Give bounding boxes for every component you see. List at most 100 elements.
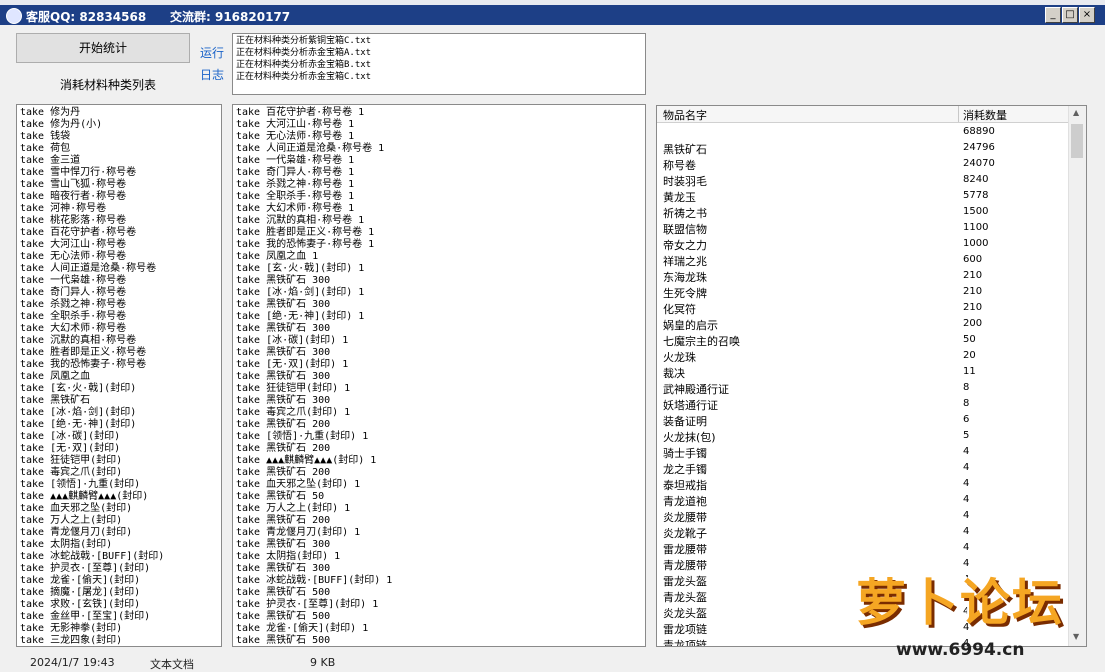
table-row[interactable]: 祈祷之书 1500	[657, 204, 1069, 220]
scroll-thumb[interactable]	[1071, 124, 1083, 158]
list-item[interactable]: take 无心法师·称号卷 1	[236, 131, 642, 143]
table-row[interactable]: 联盟信物 1100	[657, 220, 1069, 236]
list-item[interactable]: take 护灵衣·[至尊](封印)	[20, 563, 218, 575]
list-item[interactable]: take 钱袋	[20, 131, 218, 143]
list-item[interactable]: take 奇门异人·称号卷 1	[236, 167, 642, 179]
list-item[interactable]: take [玄·火·戟](封印)	[20, 383, 218, 395]
list-item[interactable]: take 大幻术师·称号卷 1	[236, 203, 642, 215]
list-item[interactable]: take 黑铁矿石 200	[236, 419, 642, 431]
list-item[interactable]: take 修为丹(小)	[20, 119, 218, 131]
table-row[interactable]: 火龙珠 20	[657, 348, 1069, 364]
list-item[interactable]: take 求败·[玄铁](封印)	[20, 599, 218, 611]
list-item[interactable]: take 黑铁矿石 200	[236, 515, 642, 527]
list-item[interactable]: take 黑铁矿石 300	[236, 275, 642, 287]
table-row[interactable]: 祥瑞之兆 600	[657, 252, 1069, 268]
table-row[interactable]: 生死令牌 210	[657, 284, 1069, 300]
list-item[interactable]: take 黑铁矿石 300	[236, 371, 642, 383]
list-item[interactable]: take 龙雀·[偷天](封印)	[20, 575, 218, 587]
list-item[interactable]: take 全职杀手·称号卷	[20, 311, 218, 323]
list-item[interactable]: take 雪山飞狐·称号卷	[20, 179, 218, 191]
list-item[interactable]: take 暗夜行者·称号卷	[20, 191, 218, 203]
list-item[interactable]: take 全职杀手·称号卷 1	[236, 191, 642, 203]
table-row[interactable]: 娲皇的启示 200	[657, 316, 1069, 332]
table-row[interactable]: 龙之手镯 4	[657, 460, 1069, 476]
list-item[interactable]: take 人间正道是沧桑·称号卷 1	[236, 143, 642, 155]
list-item[interactable]: take [玄·火·戟](封印) 1	[236, 263, 642, 275]
table-row[interactable]: 装备证明 6	[657, 412, 1069, 428]
list-item[interactable]: take 大河江山·称号卷	[20, 239, 218, 251]
table-row[interactable]: 称号卷 24070	[657, 156, 1069, 172]
material-type-list[interactable]: take 修为丹 take 修为丹(小) take 钱袋 take 荷包 take 金三…	[16, 104, 222, 647]
list-item[interactable]: take [冰·焰·剑](封印) 1	[236, 287, 642, 299]
list-item[interactable]: take [冰·碳](封印) 1	[236, 335, 642, 347]
scroll-up-icon[interactable]: ▲	[1073, 108, 1079, 117]
list-item[interactable]: take 黑铁矿石 300	[236, 323, 642, 335]
table-row[interactable]: 泰坦戒指 4	[657, 476, 1069, 492]
table-row[interactable]: 雷龙腰带 4	[657, 540, 1069, 556]
list-item[interactable]: take 黑铁矿石 500	[236, 611, 642, 623]
list-item[interactable]: take [冰·焰·剑](封印)	[20, 407, 218, 419]
list-item[interactable]: take 黑铁矿石	[20, 395, 218, 407]
list-item[interactable]: take 龙雀·[偷天](封印) 1	[236, 623, 642, 635]
list-item[interactable]: take 一代枭雄·称号卷 1	[236, 155, 642, 167]
list-item[interactable]: take 三龙四象(封印)	[20, 635, 218, 646]
list-item[interactable]: take 黑铁矿石 500	[236, 587, 642, 599]
table-row[interactable]: 黄龙玉 5778	[657, 188, 1069, 204]
start-stats-button[interactable]: 开始统计	[16, 33, 190, 63]
list-item[interactable]: take 黑铁矿石 200	[236, 443, 642, 455]
list-item[interactable]: take 冰蛇战戟·[BUFF](封印) 1	[236, 575, 642, 587]
list-item[interactable]: take 血天邪之坠(封印)	[20, 503, 218, 515]
list-item[interactable]: take 万人之上(封印) 1	[236, 503, 642, 515]
list-item[interactable]: take 黑铁矿石 300	[236, 395, 642, 407]
list-item[interactable]: take 金三道	[20, 155, 218, 167]
list-item[interactable]: take [无·双](封印) 1	[236, 359, 642, 371]
list-item[interactable]: take 雪中悍刀行·称号卷	[20, 167, 218, 179]
table-row[interactable]: 68890	[657, 124, 1069, 140]
list-item[interactable]: take 黑铁矿石 500	[236, 635, 642, 646]
column-header-name[interactable]: 物品名字	[663, 107, 707, 123]
list-item[interactable]: take 血天邪之坠(封印) 1	[236, 479, 642, 491]
table-row[interactable]: 青龙道袍 4	[657, 492, 1069, 508]
list-item[interactable]: take 狂徒铠甲(封印) 1	[236, 383, 642, 395]
table-row[interactable]: 妖塔通行证 8	[657, 396, 1069, 412]
table-row[interactable]: 炎龙靴子 4	[657, 524, 1069, 540]
list-item[interactable]: take 大幻术师·称号卷	[20, 323, 218, 335]
list-item[interactable]: take ▲▲▲麒麟臂▲▲▲(封印)	[20, 491, 218, 503]
list-item[interactable]: take [绝·无·神](封印)	[20, 419, 218, 431]
list-item[interactable]: take 胜者即是正义·称号卷 1	[236, 227, 642, 239]
list-item[interactable]: take 河神·称号卷	[20, 203, 218, 215]
list-item[interactable]: take [领悟]·九重(封印) 1	[236, 431, 642, 443]
list-item[interactable]: take [绝·无·神](封印) 1	[236, 311, 642, 323]
table-row[interactable]: 武神殿通行证 8	[657, 380, 1069, 396]
list-item[interactable]: take 狂徒铠甲(封印)	[20, 455, 218, 467]
list-item[interactable]: take 桃花影落·称号卷	[20, 215, 218, 227]
list-item[interactable]: take 太阴指(封印)	[20, 539, 218, 551]
list-item[interactable]: take 我的恐怖妻子·称号卷 1	[236, 239, 642, 251]
list-item[interactable]: take 黑铁矿石 300	[236, 539, 642, 551]
table-row[interactable]: 炎龙腰带 4	[657, 508, 1069, 524]
list-item[interactable]: take 毒宾之爪(封印) 1	[236, 407, 642, 419]
table-row[interactable]: 七魔宗主的召唤 50	[657, 332, 1069, 348]
table-scrollbar[interactable]: ▲ ▼	[1068, 106, 1086, 646]
list-item[interactable]: take 太阴指(封印) 1	[236, 551, 642, 563]
list-item[interactable]: take 黑铁矿石 300	[236, 347, 642, 359]
list-item[interactable]: take 护灵衣·[至尊](封印) 1	[236, 599, 642, 611]
take-detail-list[interactable]: take 百花守护者·称号卷 1 take 大河江山·称号卷 1 take 无心法师…	[232, 104, 646, 647]
list-item[interactable]: take 金丝甲·[至宝](封印)	[20, 611, 218, 623]
list-item[interactable]: take 胜者即是正义·称号卷	[20, 347, 218, 359]
list-item[interactable]: take 杀戮之神·称号卷 1	[236, 179, 642, 191]
list-item[interactable]: take 黑铁矿石 50	[236, 491, 642, 503]
list-item[interactable]: take 万人之上(封印)	[20, 515, 218, 527]
list-item[interactable]: take 黑铁矿石 300	[236, 299, 642, 311]
list-item[interactable]: take 奇门异人·称号卷	[20, 287, 218, 299]
list-item[interactable]: take 毒宾之爪(封印)	[20, 467, 218, 479]
table-row[interactable]: 骑士手镯 4	[657, 444, 1069, 460]
list-item[interactable]: take 凤凰之血 1	[236, 251, 642, 263]
list-item[interactable]: take 青龙偃月刀(封印) 1	[236, 527, 642, 539]
list-item[interactable]: take 大河江山·称号卷 1	[236, 119, 642, 131]
list-item[interactable]: take 修为丹	[20, 107, 218, 119]
column-header-qty[interactable]: 消耗数量	[963, 107, 1007, 123]
list-item[interactable]: take 青龙偃月刀(封印)	[20, 527, 218, 539]
list-item[interactable]: take 凤凰之血	[20, 371, 218, 383]
list-item[interactable]: take 沉默的真相·称号卷 1	[236, 215, 642, 227]
